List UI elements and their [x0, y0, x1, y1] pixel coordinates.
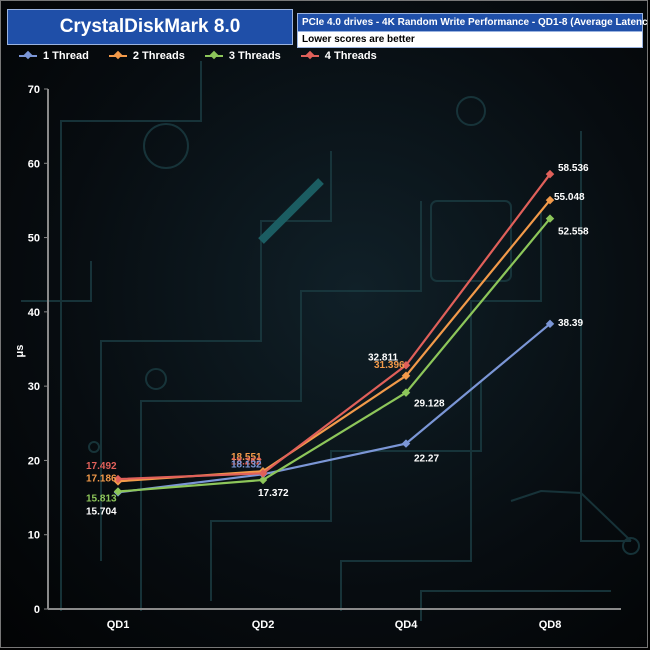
y-tick-label: 0 — [34, 604, 40, 616]
x-tick-label: QD8 — [539, 619, 562, 631]
chart-subtitle: PCIe 4.0 drives - 4K Random Write Perfor… — [297, 13, 647, 31]
legend-swatch — [204, 50, 223, 60]
chart-frame: 0 10 20 30 40 50 60 70 μs QD1 QD2 QD4 QD8 17.492 17.1… — [0, 0, 648, 648]
legend-label: 3 Threads — [228, 50, 281, 62]
data-label: 15.704 — [86, 506, 117, 517]
legend-swatch — [108, 50, 127, 60]
legend-item: 1 Thread — [19, 50, 89, 62]
legend-item: 4 Threads — [300, 50, 377, 62]
x-tick-label: QD2 — [252, 619, 275, 631]
legend-swatch — [300, 50, 319, 60]
legend-item: 2 Threads — [108, 50, 185, 62]
data-label: 31.396 — [374, 360, 405, 371]
x-tick-label: QD1 — [107, 619, 130, 631]
y-tick-label: 50 — [28, 233, 40, 245]
background-circuit-art — [21, 61, 640, 621]
series-line-4 — [117, 173, 551, 481]
legend-swatch — [19, 50, 37, 60]
data-label: 17.372 — [258, 488, 289, 499]
series-line-1 — [117, 322, 551, 494]
data-label: 52.558 — [558, 227, 589, 238]
y-tick-label: 40 — [28, 307, 40, 319]
chart-note: Lower scores are better — [297, 31, 643, 48]
line-chart: 0 10 20 30 40 50 60 70 μs QD1 QD2 QD4 QD8 17.49217.1… — [14, 61, 640, 631]
y-tick-label: 30 — [28, 381, 40, 393]
y-axis-label: μs — [14, 345, 26, 358]
series-marks — [113, 169, 555, 497]
data-label: 58.536 — [558, 163, 589, 174]
subtitle-box: PCIe 4.0 drives - 4K Random Write Perfor… — [297, 13, 647, 48]
data-label: 15.813 — [86, 494, 117, 505]
chart-title: CrystalDiskMark 8.0 — [7, 9, 293, 45]
data-label: 29.128 — [414, 399, 445, 410]
data-label: 18.132 — [231, 459, 262, 470]
x-tick-label: QD4 — [395, 619, 419, 631]
legend-label: 1 Thread — [43, 50, 89, 62]
data-label: 55.048 — [554, 192, 585, 203]
legend-label: 4 Threads — [324, 50, 377, 62]
data-label: 38.39 — [558, 318, 583, 329]
y-tick-label: 20 — [28, 455, 40, 467]
legend: 1 Thread 2 Threads 3 Threads 4 Threads — [19, 50, 377, 62]
data-label: 17.186 — [86, 473, 117, 484]
data-label: 17.492 — [86, 461, 117, 472]
legend-label: 2 Threads — [132, 50, 185, 62]
y-tick-label: 10 — [28, 530, 40, 542]
axes: 0 10 20 30 40 50 60 70 μs QD1 QD2 QD4 QD8 — [14, 84, 621, 631]
y-tick-label: 60 — [28, 158, 40, 170]
legend-item: 3 Threads — [204, 50, 281, 62]
y-tick-label: 70 — [28, 84, 40, 96]
data-label: 22.27 — [414, 454, 439, 465]
